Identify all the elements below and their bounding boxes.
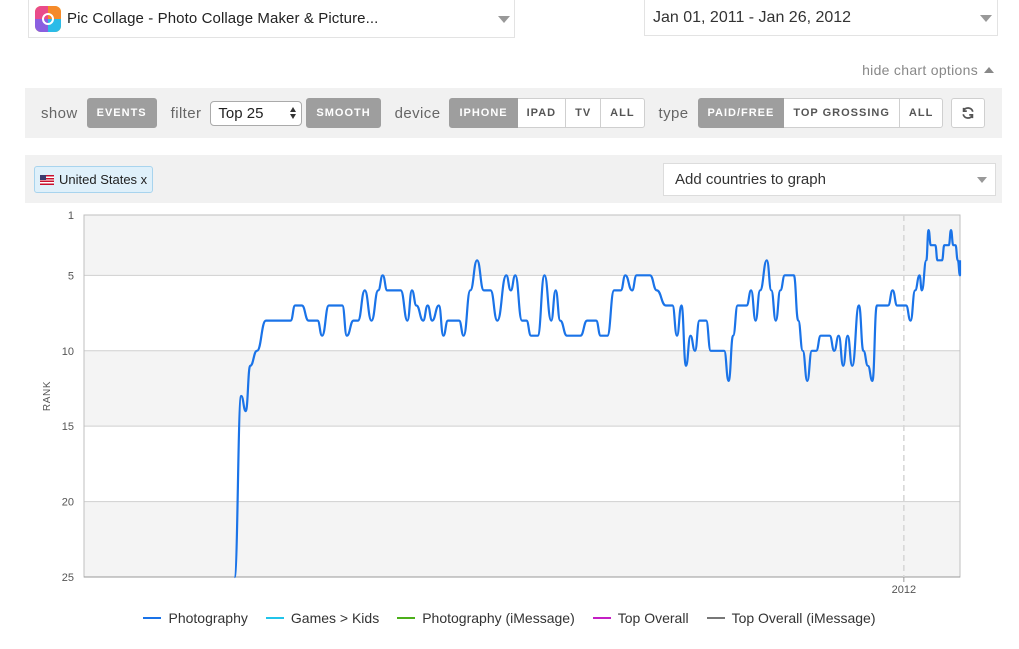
refresh-icon bbox=[962, 107, 974, 119]
country-tag-united-states[interactable]: United States x bbox=[34, 166, 154, 193]
device-ipad-button[interactable]: IPAD bbox=[517, 98, 567, 128]
show-label: show bbox=[41, 104, 78, 122]
device-all-button[interactable]: ALL bbox=[601, 98, 645, 128]
date-range-selector[interactable]: Jan 01, 2011 - Jan 26, 2012 bbox=[644, 0, 998, 36]
legend-label: Top Overall (iMessage) bbox=[731, 610, 876, 626]
type-label: type bbox=[658, 104, 689, 122]
chart-legend: Photography Games > Kids Photography (iMes… bbox=[0, 610, 1019, 626]
add-countries-placeholder: Add countries to graph bbox=[675, 171, 826, 188]
device-button-group: IPHONE IPAD TV ALL bbox=[449, 98, 645, 128]
chevron-down-icon[interactable] bbox=[980, 15, 992, 22]
legend-item[interactable]: Photography (iMessage) bbox=[397, 610, 575, 626]
smooth-toggle-button[interactable]: SMOOTH bbox=[306, 98, 381, 128]
y-axis-label: RANK bbox=[42, 381, 53, 411]
rank-chart: 1510152025 2012 RANK bbox=[42, 210, 962, 596]
legend-swatch bbox=[592, 617, 611, 619]
y-tick-label: 20 bbox=[62, 497, 74, 509]
y-tick-label: 5 bbox=[68, 270, 74, 282]
plot-band bbox=[84, 501, 960, 577]
hide-chart-options-link[interactable]: hide chart options bbox=[862, 62, 994, 78]
filter-select-value: Top 25 bbox=[218, 104, 264, 122]
y-tick-label: 10 bbox=[62, 346, 74, 358]
legend-label: Photography bbox=[168, 610, 248, 626]
legend-item[interactable]: Top Overall (iMessage) bbox=[706, 610, 876, 626]
app-selector[interactable]: Pic Collage - Photo Collage Maker & Pict… bbox=[28, 0, 515, 38]
country-tag-label: United States x bbox=[59, 172, 148, 187]
plot-band bbox=[84, 215, 960, 276]
filter-label: filter bbox=[170, 104, 202, 122]
plot-band bbox=[84, 350, 960, 427]
select-arrows-icon bbox=[290, 106, 297, 119]
type-all-button[interactable]: ALL bbox=[899, 98, 944, 128]
legend-label: Games > Kids bbox=[290, 610, 380, 626]
y-tick-label: 1 bbox=[68, 210, 74, 222]
device-iphone-button[interactable]: IPHONE bbox=[449, 98, 518, 128]
type-button-group: PAID/FREE TOP GROSSING ALL bbox=[697, 98, 944, 128]
refresh-button[interactable] bbox=[951, 98, 985, 128]
y-tick-label: 15 bbox=[62, 421, 74, 433]
legend-swatch bbox=[143, 617, 162, 619]
filter-select[interactable]: Top 25 bbox=[210, 100, 303, 126]
device-tv-button[interactable]: TV bbox=[566, 98, 602, 128]
events-toggle-button[interactable]: EVENTS bbox=[86, 98, 157, 128]
chevron-down-icon[interactable] bbox=[498, 16, 510, 23]
us-flag-icon bbox=[40, 174, 54, 185]
type-top-grossing-button[interactable]: TOP GROSSING bbox=[784, 98, 900, 128]
chevron-up-icon bbox=[984, 67, 994, 73]
type-paid-free-button[interactable]: PAID/FREE bbox=[697, 98, 785, 128]
legend-swatch bbox=[706, 617, 725, 619]
legend-item[interactable]: Top Overall bbox=[592, 610, 689, 626]
legend-swatch bbox=[265, 617, 284, 619]
legend-item[interactable]: Games > Kids bbox=[265, 610, 380, 626]
date-range-text: Jan 01, 2011 - Jan 26, 2012 bbox=[653, 8, 852, 26]
device-label: device bbox=[394, 104, 441, 122]
legend-label: Top Overall bbox=[617, 610, 689, 626]
legend-swatch bbox=[397, 617, 416, 619]
chart-options-bar: show EVENTS filter Top 25 SMOOTH device … bbox=[25, 88, 1002, 138]
add-countries-select[interactable]: Add countries to graph bbox=[663, 163, 996, 196]
countries-bar: United States x Add countries to graph bbox=[25, 155, 1002, 203]
legend-item[interactable]: Photography bbox=[143, 610, 248, 626]
legend-label: Photography (iMessage) bbox=[422, 610, 575, 626]
pic-collage-app-icon bbox=[35, 5, 61, 32]
hide-chart-options-label: hide chart options bbox=[862, 62, 978, 78]
chevron-down-icon bbox=[977, 177, 987, 183]
y-tick-label: 25 bbox=[62, 572, 74, 584]
x-tick-label: 2012 bbox=[892, 584, 916, 596]
app-name: Pic Collage - Photo Collage Maker & Pict… bbox=[67, 10, 379, 27]
